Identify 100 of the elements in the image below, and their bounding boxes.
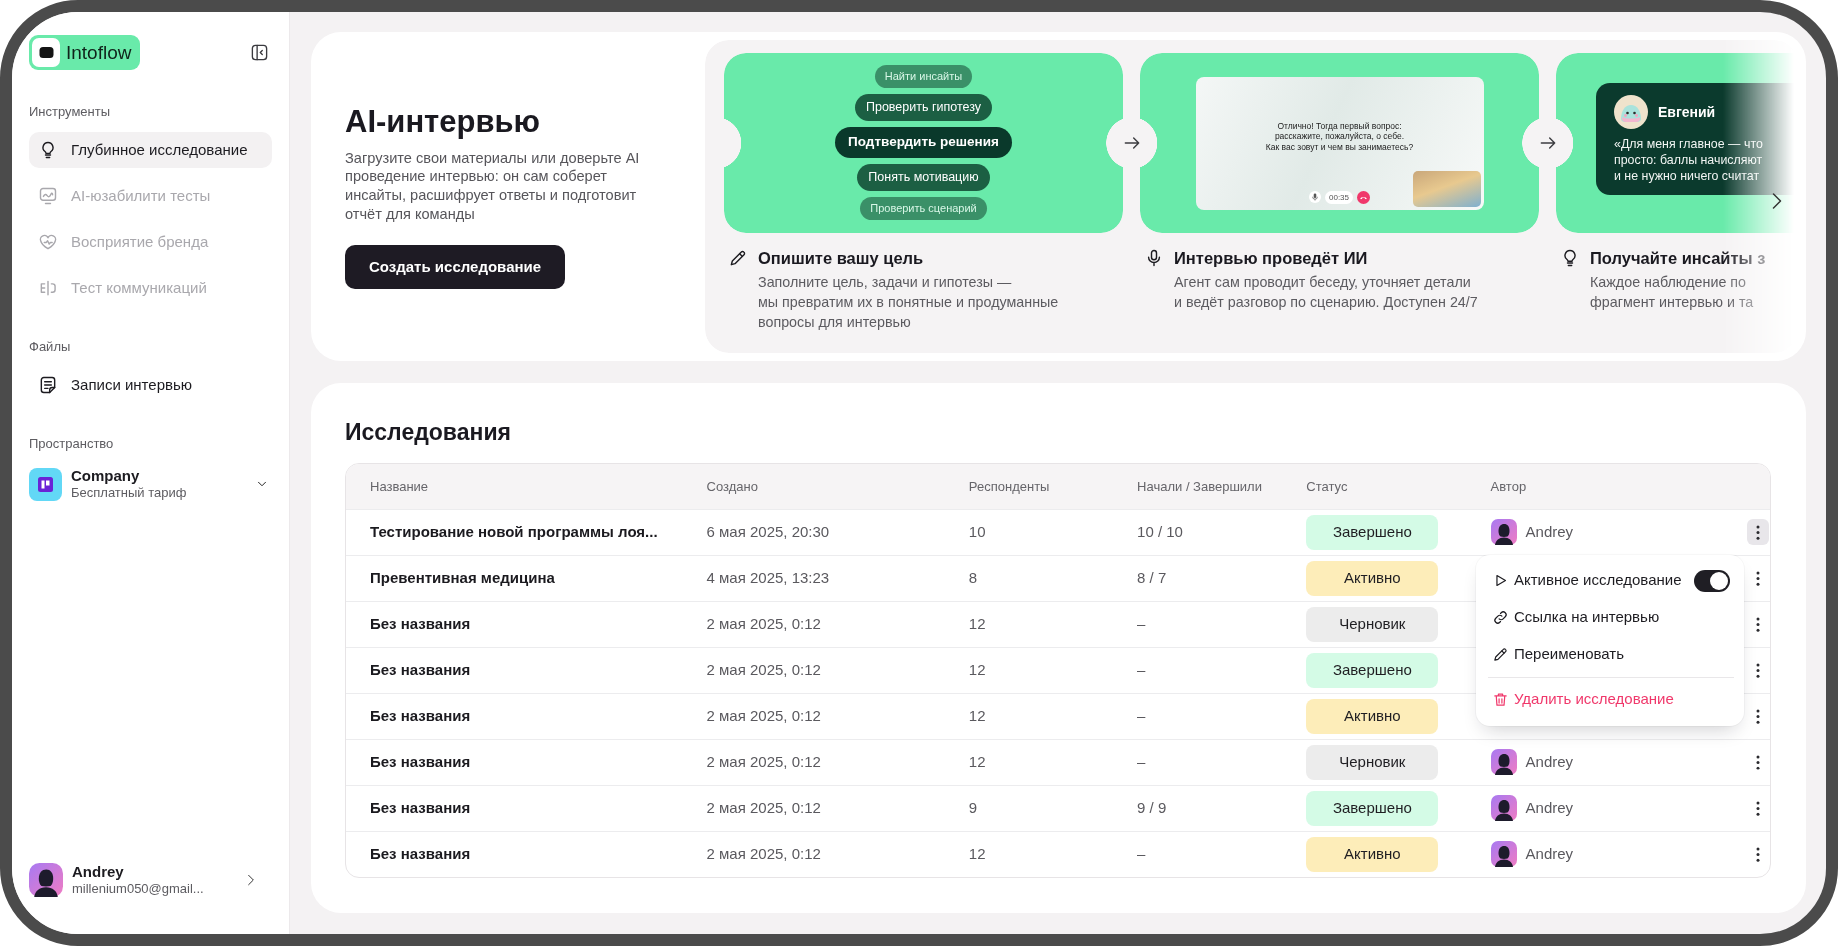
section-label: Инструменты [29, 104, 112, 120]
heart-icon [38, 232, 58, 252]
step-title: Интервью проведёт ИИ [1174, 248, 1368, 268]
goal-chip: Проверить сценарий [860, 197, 987, 220]
study-name: Без названия [370, 614, 471, 632]
status-badge: Черновик [1306, 744, 1439, 780]
link-icon [1492, 609, 1509, 626]
logo-icon[interactable] [29, 35, 63, 70]
section-title: Исследования [345, 418, 512, 446]
status-badge: Черновик [1306, 606, 1439, 642]
end-call-icon [1357, 190, 1370, 204]
plan-name: Бесплатный тариф [71, 485, 187, 501]
respondents-count: 10 [968, 522, 986, 540]
respondents-count: 8 [968, 568, 978, 586]
row-menu-button[interactable] [1747, 519, 1769, 545]
more-icon [1756, 754, 1760, 770]
menu-item[interactable]: Активное исследование [1488, 562, 1734, 599]
more-icon [1756, 570, 1760, 586]
user-email: millenium050@gmail... [72, 881, 204, 897]
progress-count: – [1137, 845, 1146, 862]
menu-item[interactable]: Ссылка на интервью [1488, 599, 1734, 636]
sidebar-item[interactable]: Глубинное исследование [29, 132, 272, 168]
goal-chip: Проверить гипотезу [854, 94, 993, 121]
progress-count: 8 / 7 [1137, 568, 1167, 586]
created-date: 2 мая 2025, 0:12 [706, 706, 821, 724]
step-description: Агент сам проводит беседу, уточняет детали и ведёт разговор по сценарию. Доступен 24/7 [1173, 273, 1479, 312]
study-name: Без названия [370, 845, 471, 862]
created-date: 2 мая 2025, 0:12 [706, 845, 821, 862]
workspace-logo-icon[interactable] [29, 467, 62, 501]
created-date: 2 мая 2025, 0:12 [706, 614, 821, 632]
progress-count: – [1137, 614, 1146, 632]
section-label: Файлы [29, 339, 72, 355]
hero-title: AI-интервью [345, 103, 541, 140]
goal-chip: Понять мотивацию [857, 164, 990, 191]
more-icon [1756, 846, 1760, 862]
respondents-count: 12 [968, 706, 986, 724]
step-description: Заполните цель, задачи и гипотезы — мы превратим их в понятные и продуманные вопросы для интервью [757, 273, 1060, 332]
goal-chip: Подтвердить решения [835, 127, 1012, 158]
status-badge: Активно [1306, 560, 1439, 596]
author-name: Andrey [1525, 521, 1574, 542]
step-title: Опишите вашу цель [758, 248, 924, 268]
author-name: Andrey [1525, 751, 1574, 772]
progress-count: – [1137, 752, 1146, 770]
status-badge: Активно [1306, 836, 1439, 872]
respondents-count: 9 [968, 798, 978, 816]
column-header: Название [370, 478, 429, 494]
author-name: Andrey [1525, 844, 1574, 864]
pencil-icon [728, 248, 748, 268]
more-icon [1756, 662, 1760, 678]
photo-placeholder [1412, 170, 1481, 207]
section-label: Пространство [29, 436, 115, 452]
created-date: 2 мая 2025, 0:12 [706, 752, 821, 770]
more-icon [1756, 800, 1760, 816]
more-icon [1756, 708, 1760, 724]
created-date: 2 мая 2025, 0:12 [706, 660, 821, 678]
study-name: Без названия [370, 660, 471, 678]
respondents-count: 12 [968, 752, 986, 770]
more-icon [1756, 616, 1760, 632]
sidebar-collapse-icon[interactable] [250, 43, 269, 62]
more-icon [1756, 524, 1760, 540]
menu-item[interactable]: Удалить исследование [1488, 681, 1734, 718]
progress-count: – [1137, 660, 1146, 678]
menu-item[interactable]: Переименовать [1488, 636, 1734, 673]
pencil-icon [1492, 646, 1509, 663]
respondents-count: 12 [968, 614, 986, 632]
avatar-icon [1490, 795, 1517, 821]
microphone-icon [1309, 191, 1321, 203]
quote-text: «Для меня главное — что просто: баллы начисляют и не нужно ничего считат [1614, 136, 1763, 184]
document-icon [38, 375, 58, 395]
monitor-icon [38, 186, 58, 206]
created-date: 4 мая 2025, 13:23 [706, 568, 830, 586]
status-badge: Завершено [1306, 514, 1439, 550]
toggle-switch[interactable] [1694, 569, 1730, 592]
avatar-icon [1490, 841, 1517, 868]
status-badge: Завершено [1306, 652, 1439, 688]
column-header: Начали / Завершили [1137, 478, 1262, 494]
study-name: Без названия [370, 798, 471, 816]
goal-chip: Найти инсайты [874, 65, 973, 88]
workspace-name: Company [71, 467, 141, 485]
trash-icon [1492, 691, 1509, 708]
study-name: Тестирование новой программы лоя... [370, 522, 658, 540]
respondents-count: 12 [968, 660, 986, 678]
created-date: 2 мая 2025, 0:12 [706, 798, 821, 816]
sidebar-item[interactable]: Записи интервью [29, 367, 272, 403]
column-header: Автор [1490, 478, 1527, 494]
respondent-name: Евгений [1658, 102, 1716, 122]
step-description: Каждое наблюдение по фрагмент интервью и та [1589, 273, 1755, 312]
brackets-icon [38, 278, 58, 298]
status-badge: Завершено [1306, 790, 1439, 826]
progress-count: 9 / 9 [1137, 798, 1167, 816]
user-name: Andrey [72, 863, 125, 881]
avatar-icon [1614, 95, 1648, 129]
create-study-button[interactable]: Создать исследование [345, 245, 566, 290]
avatar-icon [29, 863, 63, 897]
author-name: Andrey [1525, 797, 1574, 818]
column-header: Создано [706, 478, 758, 494]
brand-name[interactable]: Intoflow [63, 35, 141, 70]
progress-count: 10 / 10 [1137, 522, 1183, 540]
hero-description: Загрузите свои материалы или доверьте AI проведение интервью: он сам соберет инсайты, расшифрует ответы и подготовит отчёт для команды [345, 148, 641, 224]
study-name: Без названия [370, 706, 471, 724]
